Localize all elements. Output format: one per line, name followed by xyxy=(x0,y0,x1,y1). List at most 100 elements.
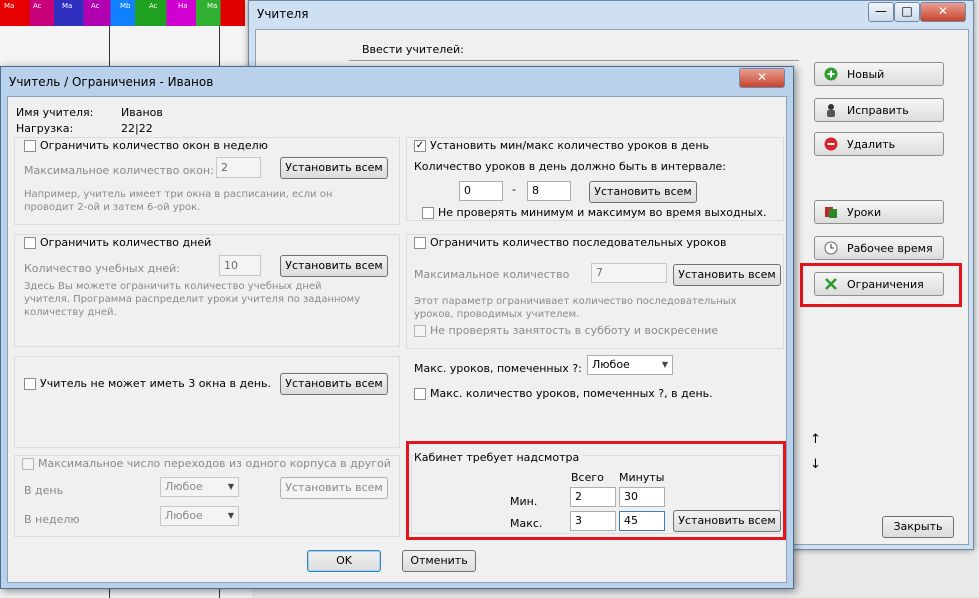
load-label: Нагрузка: xyxy=(16,122,74,135)
edit-button-label: Исправить xyxy=(847,103,909,117)
timetable-cell: Ac xyxy=(91,2,100,10)
chevron-down-icon: ▼ xyxy=(227,482,234,491)
buildings-per-week-label: В неделю xyxy=(24,513,80,526)
chevron-down-icon: ▼ xyxy=(227,511,234,520)
teacher-name-value: Иванов xyxy=(121,106,163,119)
timetable-cell: Ma xyxy=(207,2,218,10)
delete-icon xyxy=(823,136,839,152)
teacher-icon xyxy=(823,102,839,118)
lessons-button-label: Уроки xyxy=(847,205,882,219)
max-lessons-input[interactable]: 8 xyxy=(527,181,571,201)
move-down-icon[interactable]: ↓ xyxy=(810,457,821,472)
edit-button[interactable]: Исправить xyxy=(814,98,944,122)
consecutive-hint: Этот параметр ограничивает количество по… xyxy=(414,296,737,320)
limit-gaps-check[interactable] xyxy=(24,139,36,152)
working-time-button[interactable]: Рабочее время xyxy=(814,236,944,260)
min-lessons-input[interactable]: 0 xyxy=(459,181,503,201)
dialog-title: Учитель / Ограничения - Иванов xyxy=(9,75,214,89)
lessons-button[interactable]: Уроки xyxy=(814,200,944,224)
dialog-client: Имя учителя: Иванов Нагрузка: 22|22 Огра… xyxy=(7,96,787,583)
maximize-button[interactable]: □ xyxy=(894,2,920,22)
gaps-set-all-button[interactable]: Установить всем xyxy=(280,157,388,179)
minmax-check[interactable]: ✓ xyxy=(414,139,426,152)
max-gaps-label: Максимальное количество окон: xyxy=(24,164,214,177)
three-gaps-group xyxy=(14,356,400,448)
supervision-max-label: Макс. xyxy=(510,517,543,530)
supervision-minutes-header: Минуты xyxy=(619,471,665,484)
buildings-per-day-value: Любое xyxy=(165,480,203,493)
marked-max-select[interactable]: Любое ▼ xyxy=(587,355,673,375)
new-button[interactable]: Новый xyxy=(814,62,944,86)
buildings-per-week-select[interactable]: Любое ▼ xyxy=(160,506,239,526)
consecutive-checkbox[interactable]: Ограничить количество последовательных у… xyxy=(414,236,727,249)
buildings-checkbox[interactable]: Максимальное число переходов из одного к… xyxy=(22,457,391,470)
buildings-set-all-button[interactable]: Установить всем xyxy=(280,477,388,499)
new-button-label: Новый xyxy=(847,67,885,81)
marked-per-day-checkbox[interactable]: Макс. количество уроков, помеченных ?, в… xyxy=(414,387,713,400)
supervision-min-minutes-input[interactable]: 30 xyxy=(619,487,665,507)
buildings-per-day-label: В день xyxy=(24,484,64,497)
marked-max-value: Любое xyxy=(592,358,630,371)
interval-dash: - xyxy=(512,183,516,196)
limit-gaps-label: Ограничить количество окон в неделю xyxy=(40,139,268,152)
cancel-button[interactable]: Отменить xyxy=(402,550,476,572)
timetable-cell: Ac xyxy=(149,2,158,10)
three-gaps-set-all-button[interactable]: Установить всем xyxy=(280,373,388,395)
dialog-close-button[interactable]: ✕ xyxy=(739,68,785,88)
three-gaps-label: Учитель не может иметь 3 окна в день. xyxy=(40,377,272,390)
days-set-all-button[interactable]: Установить всем xyxy=(280,255,388,277)
consecutive-max-input[interactable]: 7 xyxy=(591,263,667,283)
days-count-label: Количество учебных дней: xyxy=(24,262,181,275)
consecutive-weekend-checkbox[interactable]: Не проверять занятость в субботу и воскр… xyxy=(414,324,718,337)
limit-days-label: Ограничить количество дней xyxy=(40,236,212,249)
supervision-max-total-input[interactable]: 3 xyxy=(570,511,616,531)
minmax-weekend-check[interactable] xyxy=(422,206,434,219)
max-gaps-input[interactable]: 2 xyxy=(216,157,261,178)
chevron-down-icon: ▼ xyxy=(661,360,668,369)
marked-max-label: Макс. уроков, помеченных ?: xyxy=(414,362,582,375)
supervision-max-minutes-input[interactable]: 45 xyxy=(619,511,665,531)
working-time-button-label: Рабочее время xyxy=(847,241,933,255)
gaps-hint: Например, учитель имеет три окна в распи… xyxy=(24,189,333,213)
buildings-per-week-value: Любое xyxy=(165,509,203,522)
minmax-set-all-button[interactable]: Установить всем xyxy=(589,181,697,203)
clock-icon xyxy=(823,240,839,256)
minmax-weekend-checkbox[interactable]: Не проверять минимум и максимум во время… xyxy=(422,206,766,219)
close-window-button[interactable]: ✕ xyxy=(920,2,966,22)
marked-per-day-label: Макс. количество уроков, помеченных ?, в… xyxy=(430,387,713,400)
minimize-button[interactable]: — xyxy=(868,2,894,22)
constraints-button[interactable]: Ограничения xyxy=(814,272,944,296)
add-icon xyxy=(823,66,839,82)
consecutive-weekend-check[interactable] xyxy=(414,324,426,337)
delete-button[interactable]: Удалить xyxy=(814,132,944,156)
buildings-per-day-select[interactable]: Любое ▼ xyxy=(160,477,239,497)
days-count-input[interactable]: 10 xyxy=(219,255,261,276)
limit-gaps-checkbox[interactable]: Ограничить количество окон в неделю xyxy=(24,139,268,152)
timetable-cell: Mb xyxy=(120,2,131,10)
constraints-icon xyxy=(823,276,839,292)
supervision-min-label: Мин. xyxy=(510,495,538,508)
consecutive-set-all-button[interactable]: Установить всем xyxy=(673,264,781,286)
enter-teachers-label: Ввести учителей: xyxy=(362,43,464,56)
days-hint: Здесь Вы можете ограничить количество уч… xyxy=(24,281,361,318)
lessons-icon xyxy=(823,204,839,220)
supervision-set-all-button[interactable]: Установить всем xyxy=(673,510,781,532)
consecutive-check[interactable] xyxy=(414,236,426,249)
marked-per-day-check[interactable] xyxy=(414,387,426,400)
load-value: 22|22 xyxy=(121,122,153,135)
minmax-label: Установить мин/макс количество уроков в … xyxy=(430,139,710,152)
constraints-button-label: Ограничения xyxy=(847,277,924,291)
supervision-total-header: Всего xyxy=(571,471,604,484)
three-gaps-check[interactable] xyxy=(24,377,36,390)
ok-button[interactable]: OK xyxy=(307,550,381,572)
minmax-checkbox[interactable]: ✓ Установить мин/макс количество уроков … xyxy=(414,139,709,152)
three-gaps-checkbox[interactable]: Учитель не может иметь 3 окна в день. xyxy=(24,377,271,390)
limit-days-checkbox[interactable]: Ограничить количество дней xyxy=(24,236,211,249)
move-up-icon[interactable]: ↑ xyxy=(810,432,821,447)
buildings-check[interactable] xyxy=(22,457,34,470)
close-button[interactable]: Закрыть xyxy=(882,516,954,538)
delete-button-label: Удалить xyxy=(847,137,896,151)
limit-days-check[interactable] xyxy=(24,236,36,249)
timetable-cell: Ma xyxy=(62,2,73,10)
supervision-min-total-input[interactable]: 2 xyxy=(570,487,616,507)
